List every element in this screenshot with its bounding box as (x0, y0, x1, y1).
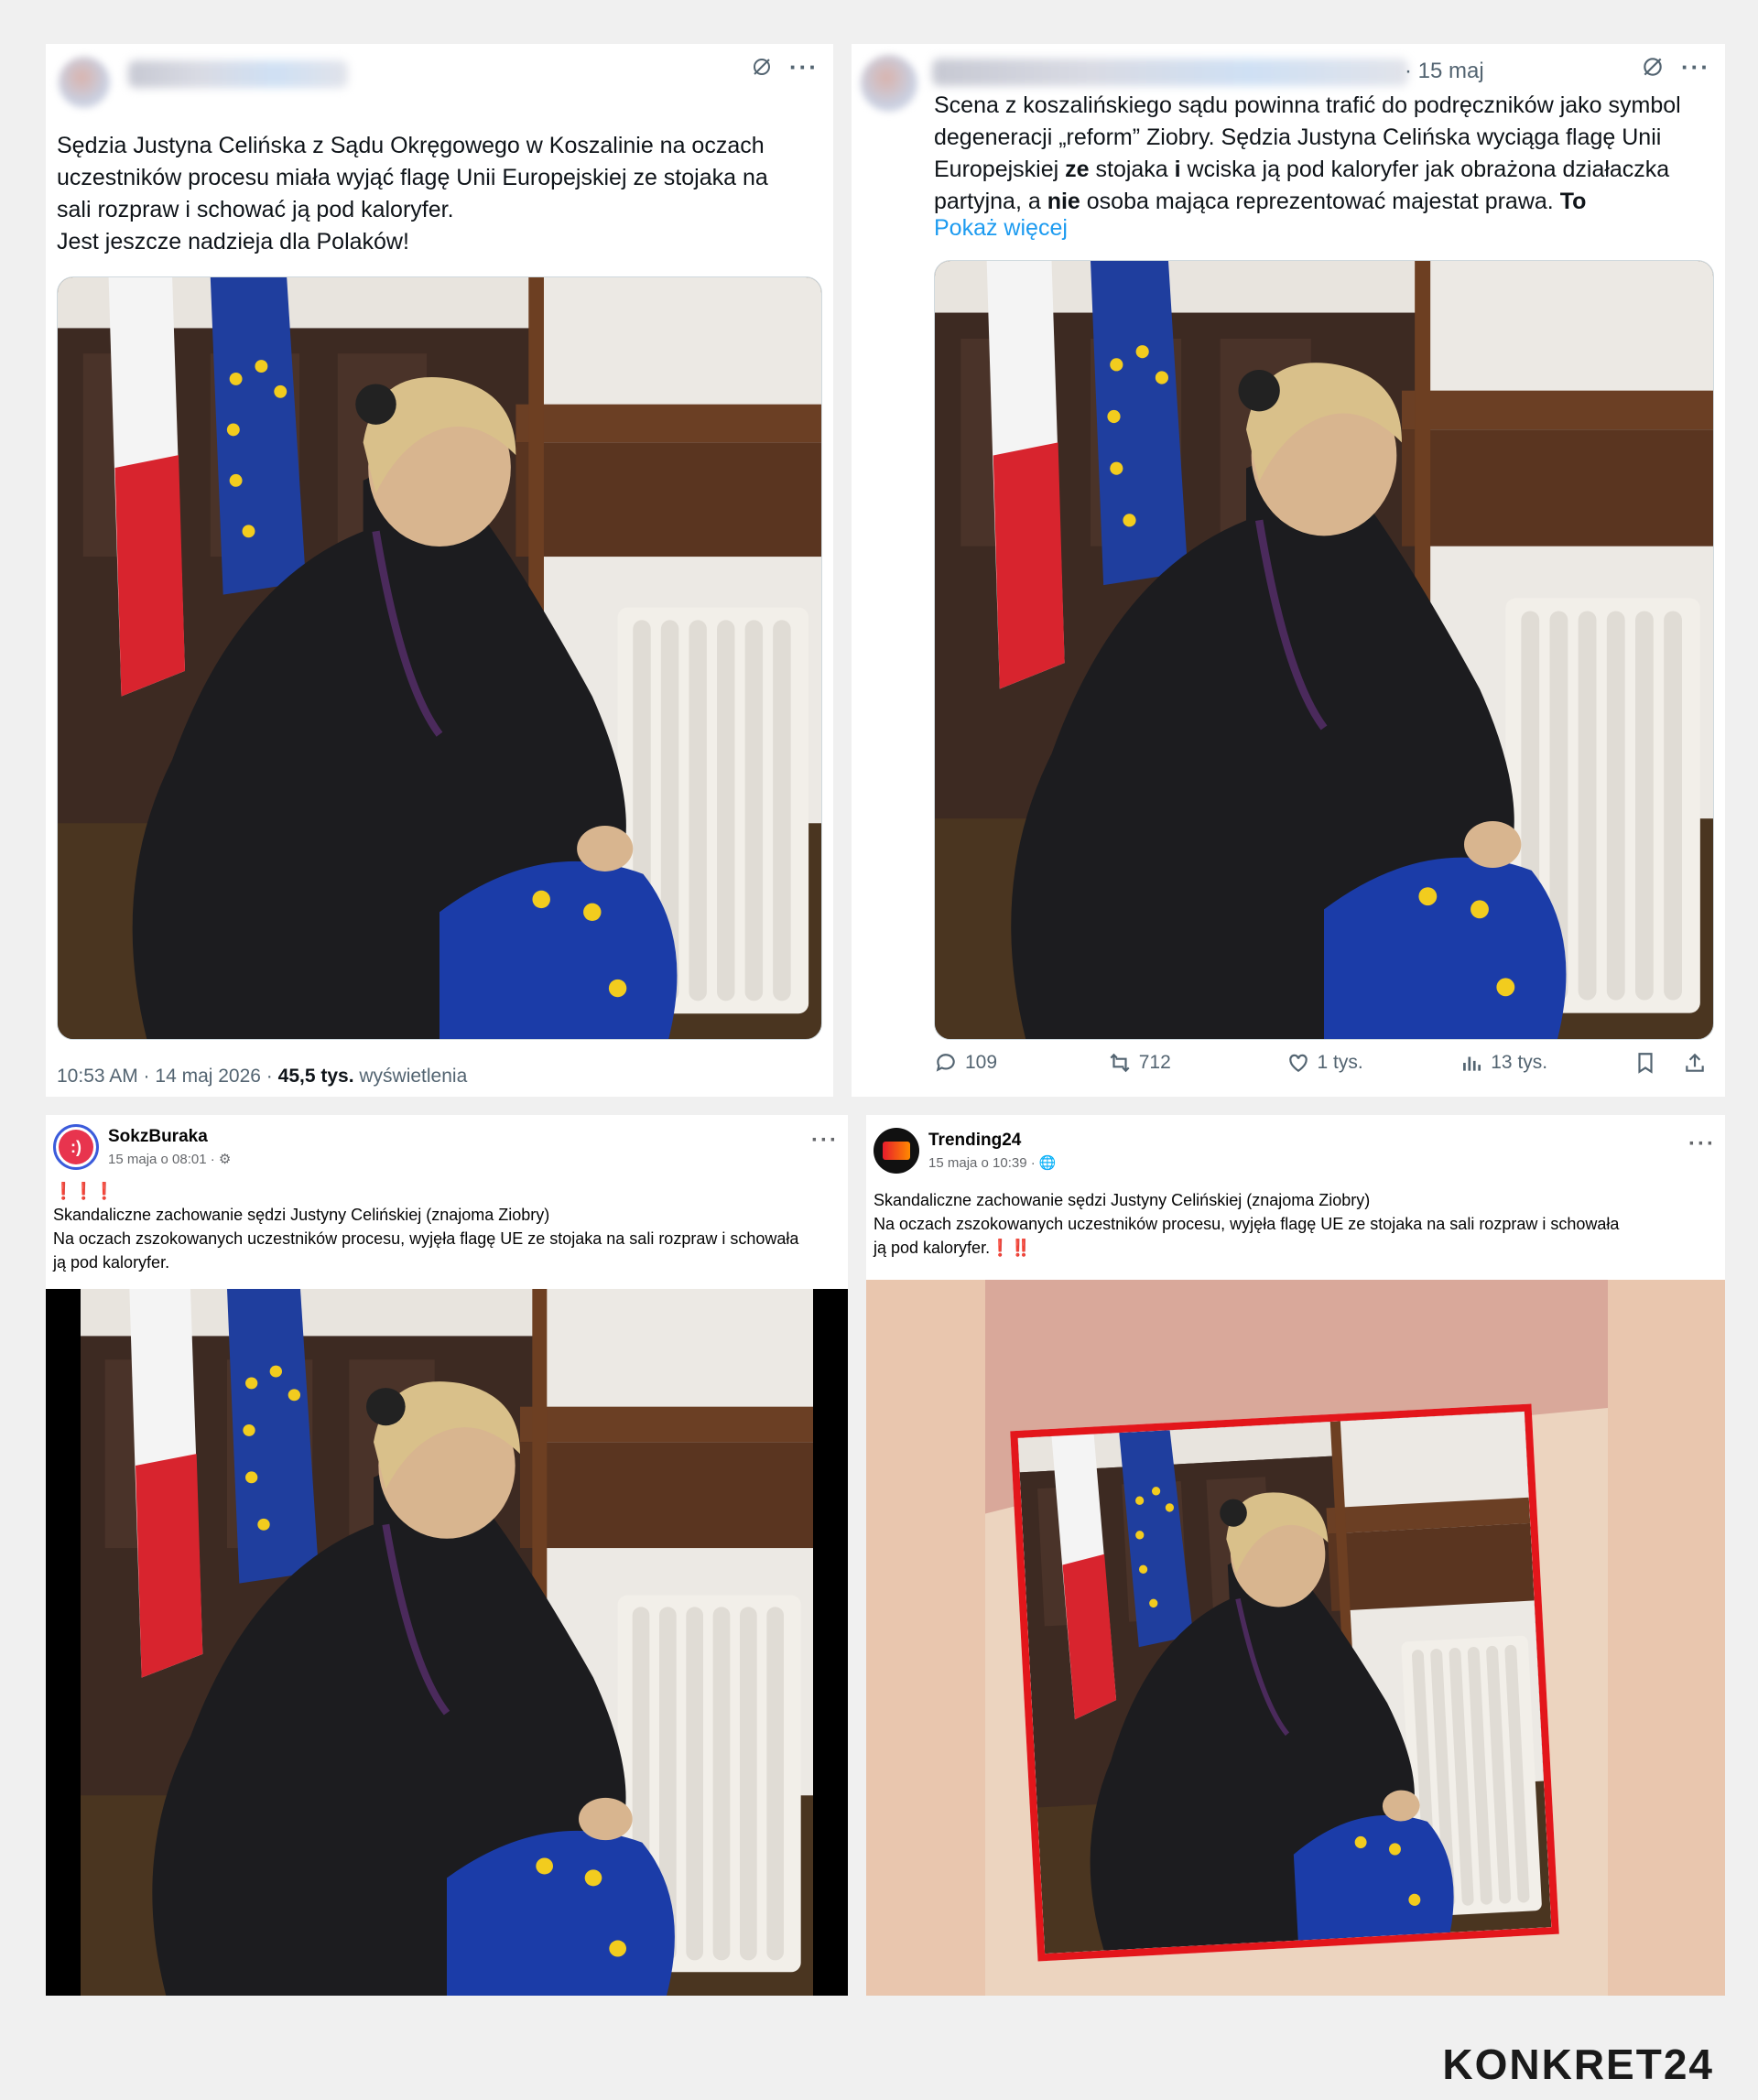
like-icon (1288, 1054, 1308, 1072)
repost-button[interactable]: 712 (1108, 1051, 1286, 1075)
grok-icon[interactable] (751, 56, 773, 78)
grok-icon[interactable] (1641, 55, 1665, 79)
reply-icon (936, 1054, 955, 1072)
views-label: wyświetlenia (353, 1066, 468, 1087)
exclamation-marks: ❗❗❗ (53, 1182, 115, 1200)
blurred-username[interactable] (932, 59, 1408, 86)
post-text-body: Skandaliczne zachowanie sędzi Justyny Ce… (874, 1191, 1620, 1257)
post-time[interactable]: 15 maja o 08:01 · ⚙ (108, 1151, 231, 1167)
x-post-2: · 15 maj ··· Scena z koszalińskiego sądu… (852, 44, 1725, 1097)
text-bold: nie (1047, 189, 1080, 214)
post-date[interactable]: · 15 maj (1405, 59, 1484, 84)
repost-icon (1110, 1053, 1130, 1073)
post-image[interactable] (46, 1289, 848, 1996)
like-button[interactable]: 1 tys. (1286, 1051, 1460, 1075)
action-bar: 109 712 1 tys. 13 tys. (934, 1051, 1707, 1075)
more-icon[interactable]: ··· (789, 55, 819, 79)
reply-button[interactable]: 109 (934, 1051, 1108, 1075)
text-bold: To (1559, 189, 1587, 214)
x-post-1: ··· Sędzia Justyna Celińska z Sądu Okręg… (46, 44, 833, 1097)
timestamp[interactable]: 10:53 AM · 14 maj 2026 · (57, 1066, 278, 1087)
post-text: Scena z koszalińskiego sądu powinna traf… (934, 90, 1721, 218)
text-part: osoba mająca reprezentować majestat praw… (1080, 189, 1560, 214)
more-icon[interactable]: ··· (1681, 55, 1710, 79)
post-image[interactable] (866, 1280, 1725, 1996)
post-time[interactable]: 15 maja o 10:39 · 🌐 (928, 1154, 1057, 1171)
text-part: stojaka (1089, 157, 1175, 182)
views-count: 13 tys. (1491, 1052, 1548, 1073)
fb-post-trending24: Trending24 15 maja o 10:39 · 🌐 ··· Skand… (866, 1115, 1725, 1996)
trending-logo-icon (883, 1142, 910, 1160)
fb-post-sokzburaka: :) SokzBuraka 15 maja o 08:01 · ⚙ ··· ❗❗… (46, 1115, 848, 1996)
post-time-text: 15 maja o 10:39 · (928, 1155, 1039, 1171)
blurred-username[interactable] (128, 60, 348, 88)
avatar-face: :) (59, 1130, 93, 1164)
globe-icon: 🌐 (1038, 1155, 1057, 1171)
avatar[interactable]: :) (53, 1124, 99, 1170)
avatar[interactable] (861, 55, 917, 112)
post-text: Sędzia Justyna Celińska z Sądu Okręgoweg… (57, 133, 768, 254)
text-bold: i (1174, 157, 1181, 182)
share-icon[interactable] (1683, 1051, 1707, 1075)
post-text: Skandaliczne zachowanie sędzi Justyny Ce… (53, 1206, 799, 1272)
post-text: Skandaliczne zachowanie sędzi Justyny Ce… (874, 1188, 1716, 1260)
post-time-text: 15 maja o 08:01 · (108, 1152, 219, 1167)
show-more-link[interactable]: Pokaż więcej (934, 212, 1068, 244)
post-meta: 10:53 AM · 14 maj 2026 · 45,5 tys. wyświ… (57, 1066, 467, 1088)
page-name[interactable]: SokzBuraka (108, 1127, 231, 1147)
avatar[interactable] (874, 1128, 919, 1174)
reply-count: 109 (965, 1052, 998, 1073)
views-icon (1463, 1056, 1481, 1071)
more-icon[interactable]: ··· (811, 1128, 839, 1153)
settings-icon: ⚙ (218, 1152, 232, 1167)
bookmark-icon[interactable] (1633, 1051, 1657, 1075)
page-name[interactable]: Trending24 (928, 1131, 1057, 1151)
text-bold: ze (1065, 157, 1090, 182)
avatar[interactable] (59, 57, 110, 108)
views-button[interactable]: 13 tys. (1460, 1051, 1633, 1075)
exclamation-marks: ❗‼️ (990, 1239, 1031, 1257)
more-icon[interactable]: ··· (1688, 1131, 1716, 1157)
red-frame (1010, 1403, 1559, 1962)
view-count: 45,5 tys. (277, 1066, 354, 1087)
repost-count: 712 (1138, 1052, 1171, 1073)
post-image[interactable] (934, 260, 1714, 1040)
like-count: 1 tys. (1317, 1052, 1363, 1073)
post-image[interactable] (57, 276, 822, 1040)
konkret24-logo: KONKRET24 (1442, 2040, 1714, 2088)
